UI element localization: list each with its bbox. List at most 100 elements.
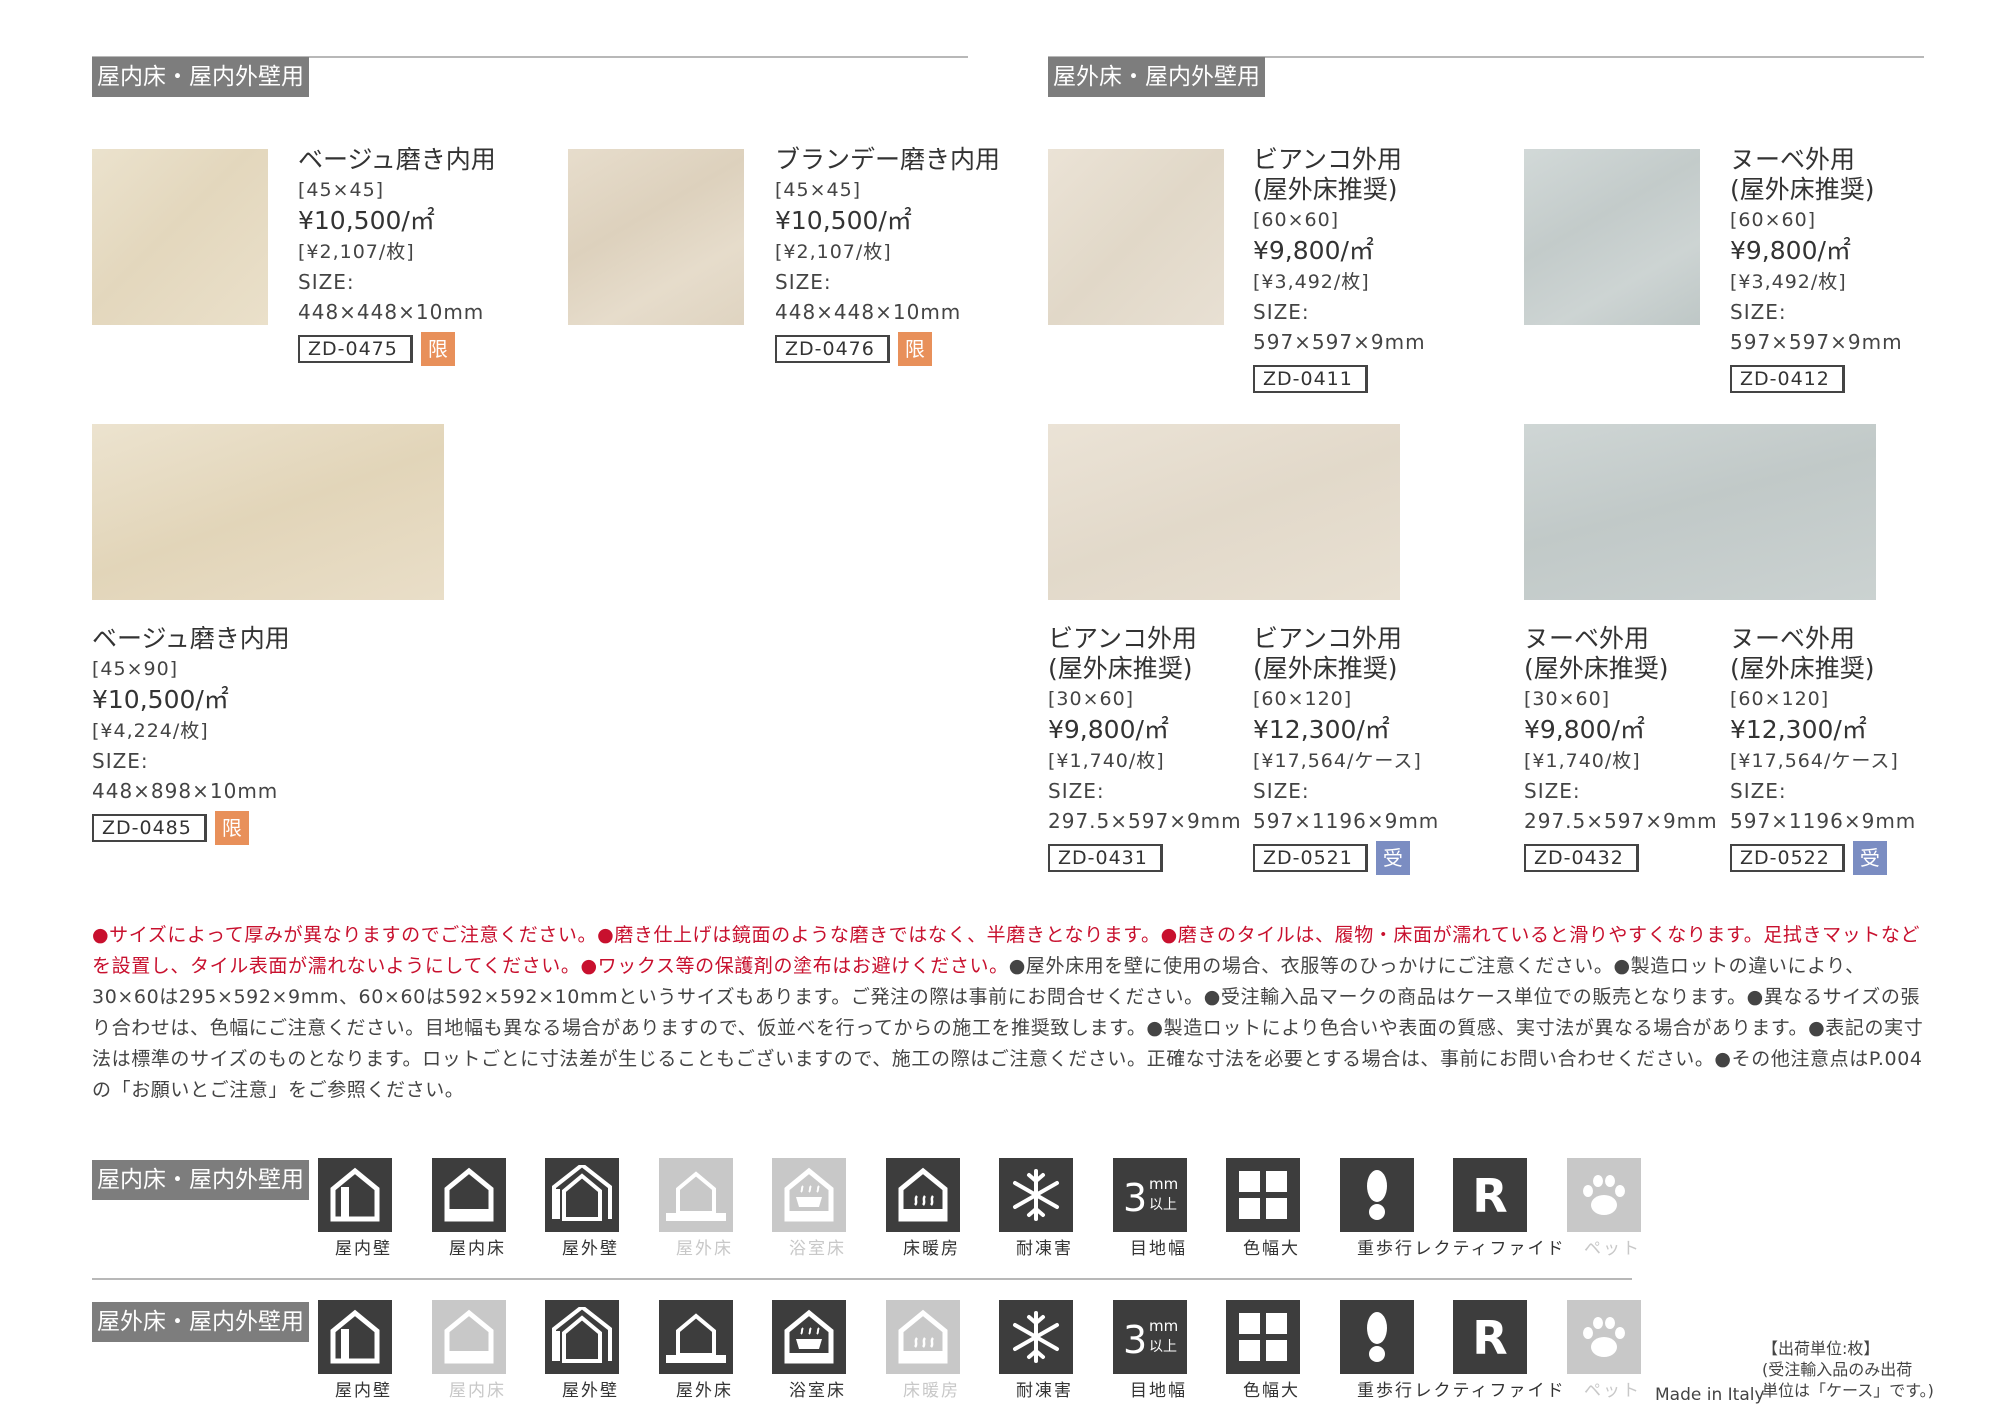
svg-text:3: 3	[1123, 1176, 1147, 1220]
product-dimensions: 297.5×597×9mm	[1524, 809, 1718, 833]
tile-swatch-beige-45x90	[92, 424, 444, 600]
icon-row-divider	[92, 1278, 1632, 1280]
pet-icon	[1567, 1158, 1641, 1232]
product-dimensions: 597×1196×9mm	[1730, 809, 1917, 833]
spec-icon-floor-heating: 床暖房	[886, 1158, 960, 1260]
spec-icon-label: 屋内床	[449, 1381, 506, 1401]
heavy-traffic-icon	[1340, 1158, 1414, 1232]
product-dimensions: 297.5×597×9mm	[1048, 809, 1242, 833]
product-code: ZD-0476	[775, 335, 890, 363]
svg-text:以上: 以上	[1149, 1339, 1177, 1355]
product-card-zd-0412: ヌーベ外用 (屋外床推奨) [60×60] ¥9,800/㎡ [¥3,492/枚…	[1730, 145, 1903, 397]
rectified-icon: R	[1453, 1300, 1527, 1374]
spec-icon-label: 色幅大	[1243, 1381, 1300, 1401]
product-code: ZD-0432	[1524, 844, 1639, 872]
icon-row-label-outdoor: 屋外床・屋内外壁用	[92, 1302, 309, 1342]
tile-swatch-bianco-60x60	[1048, 149, 1224, 325]
spec-icon-label: 耐凍害	[1016, 1381, 1073, 1401]
spec-icon-indoor-floor: 屋内床	[432, 1158, 506, 1260]
spec-icon-bathroom-floor: 浴室床	[772, 1158, 846, 1260]
product-code: ZD-0411	[1253, 365, 1368, 393]
spec-icon-outdoor-wall: 屋外壁	[545, 1158, 619, 1260]
rectified-icon: R	[1453, 1158, 1527, 1232]
bathroom-floor-icon	[772, 1158, 846, 1232]
heavy-traffic-icon	[1340, 1300, 1414, 1374]
spec-icon-outdoor-floor: 屋外床	[659, 1158, 733, 1260]
product-grid-size: [45×45]	[298, 179, 385, 201]
product-piece-price: [¥2,107/枚]	[298, 241, 415, 263]
spec-icon-label: 重歩行	[1357, 1381, 1414, 1401]
section-label-indoor: 屋内床・屋内外壁用	[92, 57, 309, 97]
spec-icon-rectified: R レクティファイド	[1415, 1158, 1563, 1260]
svg-text:以上: 以上	[1149, 1197, 1177, 1213]
spec-icon-color-variation: 色幅大	[1226, 1300, 1300, 1402]
product-price: ¥10,500/㎡	[775, 206, 912, 235]
product-code: ZD-0412	[1730, 365, 1845, 393]
spec-icon-rectified: R レクティファイド	[1415, 1300, 1563, 1402]
product-price: ¥10,500/㎡	[298, 206, 435, 235]
product-name: ヌーベ外用	[1730, 145, 1856, 174]
product-card-zd-0485: ベージュ磨き内用 [45×90] ¥10,500/㎡ [¥4,224/枚] SI…	[92, 624, 290, 846]
section-label-outdoor: 屋外床・屋内外壁用	[1048, 57, 1265, 97]
product-piece-price: [¥17,564/ケース]	[1253, 750, 1422, 772]
size-label: SIZE:	[1730, 300, 1787, 324]
outdoor-wall-icon	[545, 1300, 619, 1374]
size-label: SIZE:	[298, 270, 355, 294]
shipping-unit-line1: 【出荷単位:枚】	[1762, 1339, 1880, 1358]
size-label: SIZE:	[1730, 779, 1787, 803]
product-grid-size: [60×60]	[1730, 209, 1817, 231]
product-name-note: (屋外床推奨)	[1253, 175, 1398, 204]
product-card-zd-0432: ヌーベ外用 (屋外床推奨) [30×60] ¥9,800/㎡ [¥1,740/枚…	[1524, 624, 1718, 876]
tile-swatch-nuvola-60x60	[1524, 149, 1700, 325]
product-piece-price: [¥1,740/枚]	[1524, 750, 1641, 772]
spec-icon-label: 重歩行	[1357, 1239, 1414, 1259]
product-grid-size: [60×60]	[1253, 209, 1340, 231]
product-grid-size: [30×60]	[1524, 688, 1611, 710]
indoor-wall-icon	[318, 1300, 392, 1374]
spec-icon-frost-resistant: 耐凍害	[999, 1300, 1073, 1402]
product-grid-size: [60×120]	[1253, 688, 1353, 710]
product-name-note: (屋外床推奨)	[1253, 654, 1398, 683]
note-polish: ●磨き仕上げは鏡面のような磨きではなく、半磨きとなります。	[597, 924, 1161, 946]
order-import-badge: 受	[1375, 841, 1410, 875]
limited-badge: 限	[897, 332, 932, 366]
tile-swatch-beige-45x45	[92, 149, 268, 325]
spec-icon-heavy-traffic: 重歩行	[1340, 1158, 1414, 1260]
indoor-floor-icon	[432, 1300, 506, 1374]
spec-icon-label: 色幅大	[1243, 1239, 1300, 1259]
product-name: ビアンコ外用	[1253, 145, 1403, 174]
product-code: ZD-0431	[1048, 844, 1163, 872]
spec-icon-label: 屋内床	[449, 1239, 506, 1259]
product-card-zd-0431: ビアンコ外用 (屋外床推奨) [30×60] ¥9,800/㎡ [¥1,740/…	[1048, 624, 1242, 876]
note-thickness: ●サイズによって厚みが異なりますのでご注意ください。	[92, 924, 598, 946]
spec-icon-color-variation: 色幅大	[1226, 1158, 1300, 1260]
size-label: SIZE:	[1048, 779, 1105, 803]
shipping-unit-note: 【出荷単位:枚】 (受注輸入品のみ出荷 単位は「ケース」です。)	[1762, 1338, 1934, 1401]
product-name-note: (屋外床推奨)	[1730, 654, 1875, 683]
spec-icon-label: ペット	[1584, 1381, 1641, 1401]
spec-icon-label: 屋外床	[676, 1239, 733, 1259]
product-piece-price: [¥3,492/枚]	[1253, 271, 1370, 293]
spec-icon-label: 屋内壁	[335, 1381, 392, 1401]
size-label: SIZE:	[1253, 779, 1310, 803]
spec-icon-joint-width: 3 mm 以上 目地幅	[1113, 1158, 1187, 1260]
product-price: ¥10,500/㎡	[92, 685, 229, 714]
svg-text:R: R	[1472, 1169, 1507, 1223]
caution-notes: ●サイズによって厚みが異なりますのでご注意ください。●磨き仕上げは鏡面のような磨…	[92, 920, 1924, 1106]
product-code: ZD-0485	[92, 814, 207, 842]
floor-heating-icon	[886, 1158, 960, 1232]
product-name-note: (屋外床推奨)	[1730, 175, 1875, 204]
floor-heating-icon	[886, 1300, 960, 1374]
spec-icon-label: 屋外床	[676, 1381, 733, 1401]
product-grid-size: [30×60]	[1048, 688, 1135, 710]
pet-icon	[1567, 1300, 1641, 1374]
spec-icon-indoor-wall: 屋内壁	[318, 1158, 392, 1260]
size-label: SIZE:	[1253, 300, 1310, 324]
note-wax: ●ワックス等の保護剤の塗布はお避けください。	[580, 955, 1009, 977]
spec-icon-label: 耐凍害	[1016, 1239, 1073, 1259]
product-name: ビアンコ外用	[1048, 624, 1198, 653]
product-code: ZD-0521	[1253, 844, 1368, 872]
icon-row-label-indoor: 屋内床・屋内外壁用	[92, 1160, 309, 1200]
spec-icon-label: ペット	[1584, 1239, 1641, 1259]
product-code: ZD-0475	[298, 335, 413, 363]
